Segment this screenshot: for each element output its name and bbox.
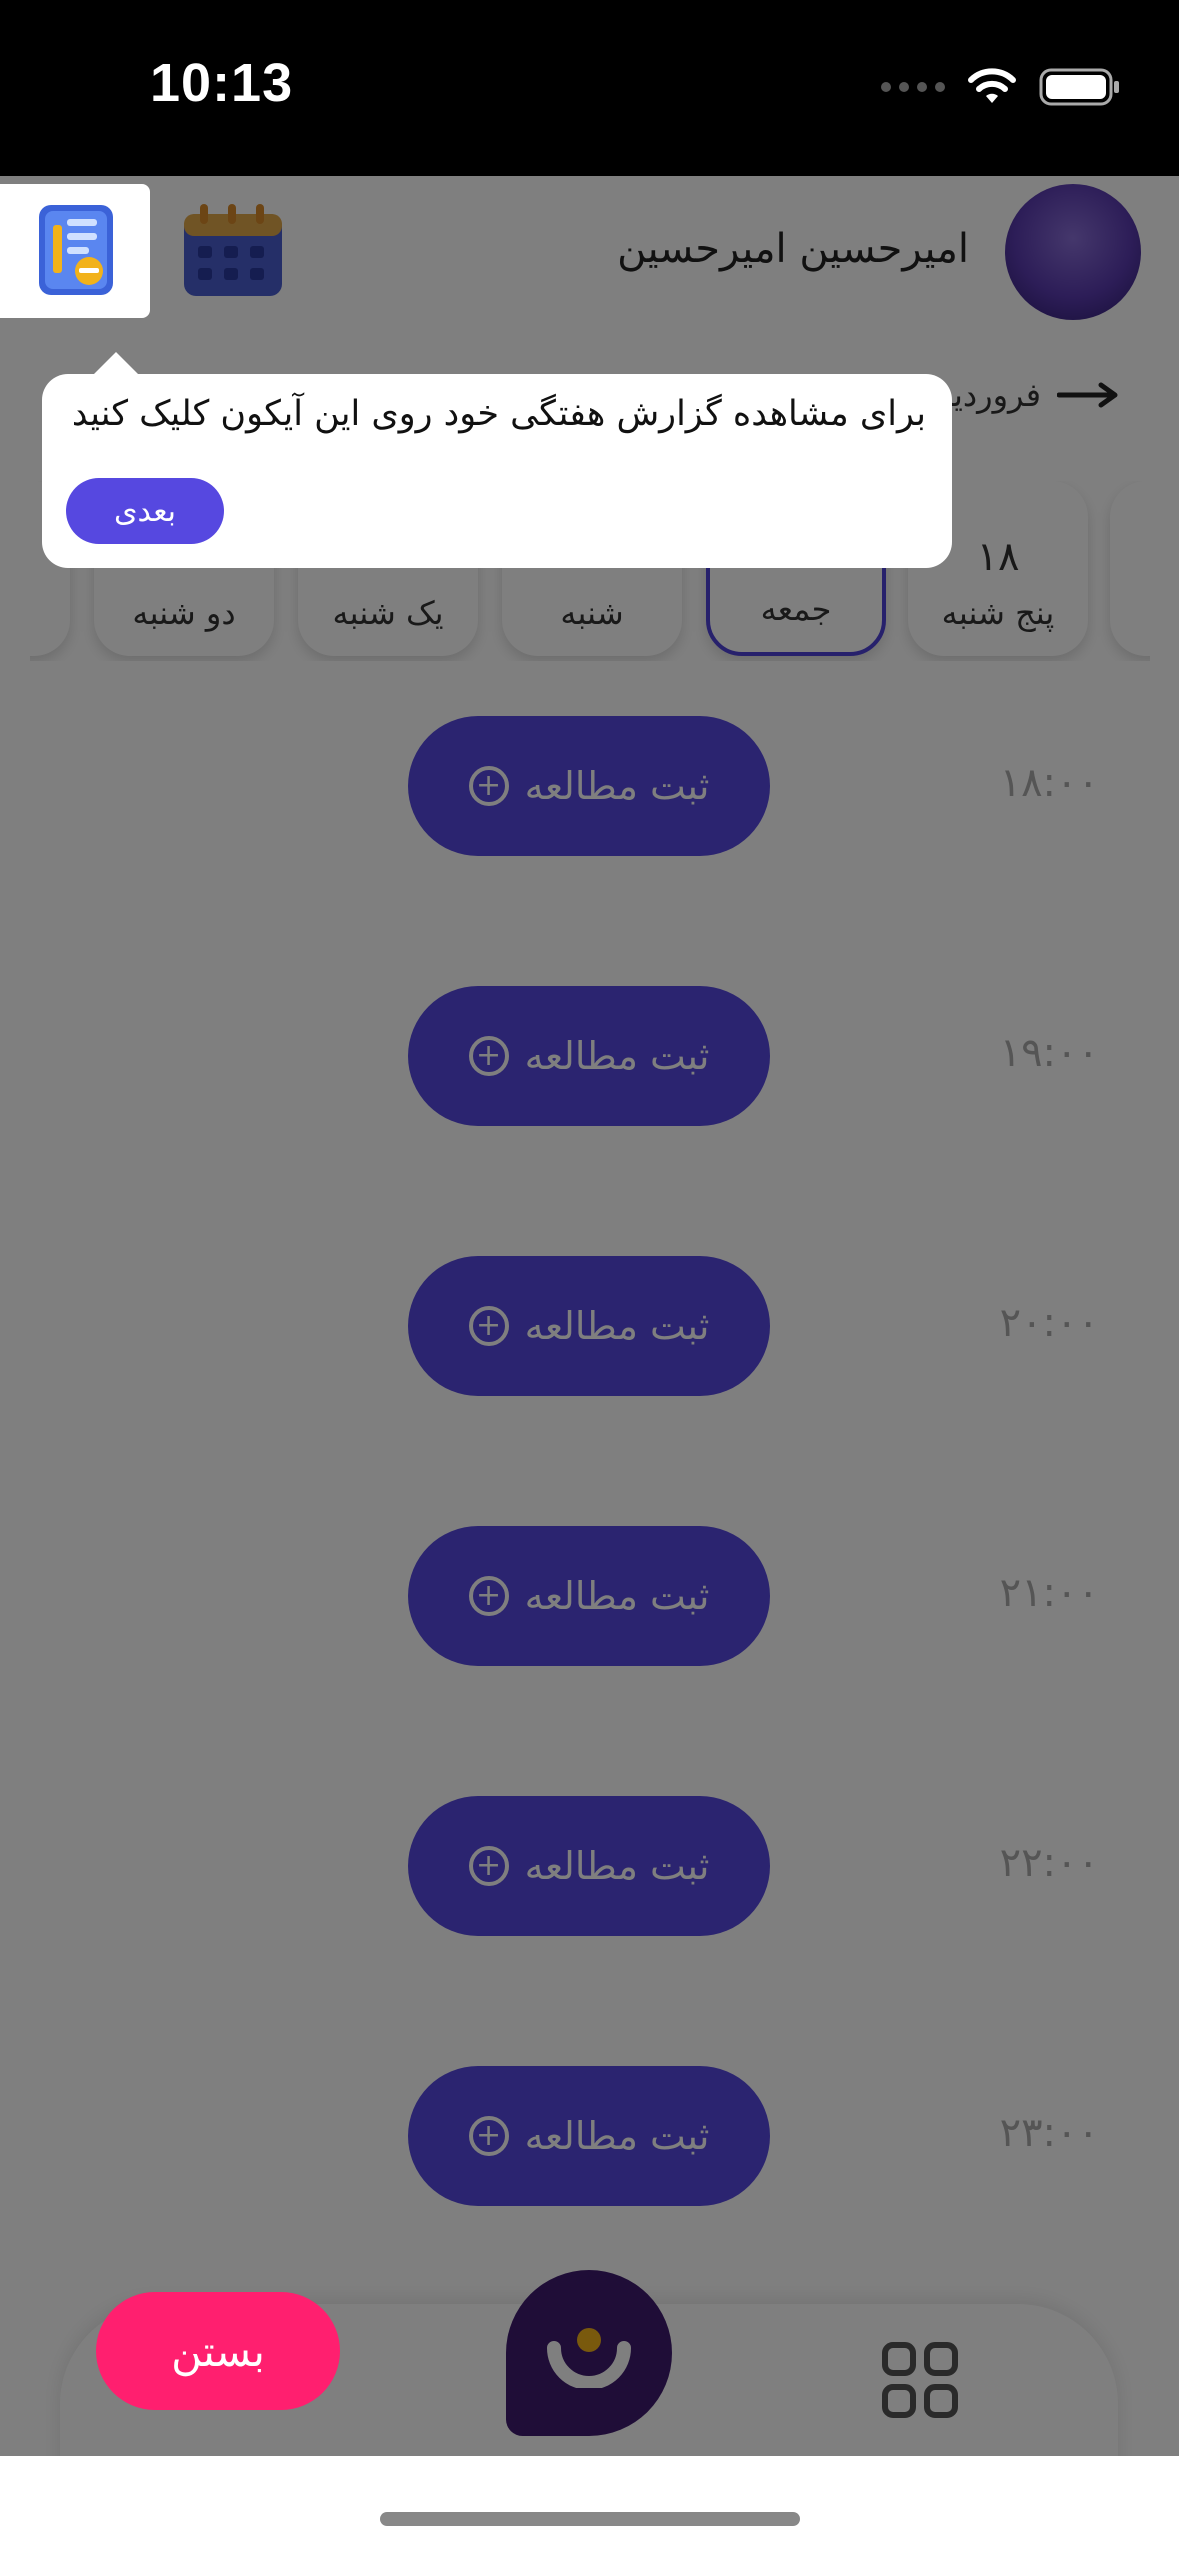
status-icons — [881, 62, 1121, 112]
home-indicator[interactable] — [380, 2512, 800, 2526]
tooltip-message: برای مشاهده گزارش هفتگی خود روی این آیکو… — [71, 394, 926, 434]
report-chart-icon — [39, 205, 113, 295]
close-button[interactable]: بستن — [96, 2292, 340, 2410]
cellular-signal-icon — [881, 82, 945, 92]
battery-icon — [1039, 68, 1119, 106]
home-indicator-area — [0, 2456, 1179, 2556]
wifi-icon — [968, 68, 1016, 103]
status-time: 10:13 — [150, 53, 294, 113]
tooltip-arrow — [92, 352, 140, 376]
weekly-report-button[interactable] — [0, 184, 150, 318]
onboarding-tooltip: برای مشاهده گزارش هفتگی خود روی این آیکو… — [42, 352, 952, 568]
next-button[interactable]: بعدی — [66, 478, 224, 544]
status-bar: 10:13 — [0, 0, 1179, 176]
